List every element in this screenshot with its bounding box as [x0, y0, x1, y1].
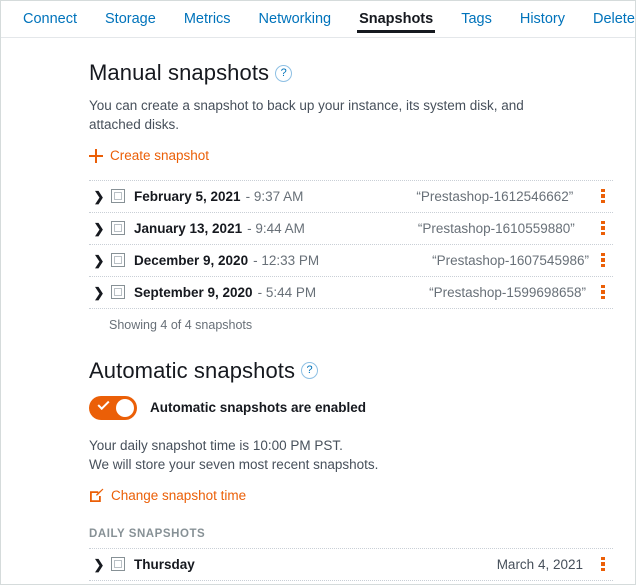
- row-checkbox[interactable]: [111, 221, 125, 235]
- snapshots-page: Connect Storage Metrics Networking Snaps…: [0, 0, 636, 585]
- row-menu-icon[interactable]: [595, 185, 611, 207]
- row-checkbox[interactable]: [111, 189, 125, 203]
- tab-label: History: [519, 11, 565, 27]
- chevron-right-icon[interactable]: ❯: [89, 558, 109, 571]
- table-row[interactable]: ❯ September 9, 2020 - 5:44 PM “Prestasho…: [89, 277, 613, 309]
- tab-label: Storage: [105, 11, 156, 27]
- tab-label: Metrics: [183, 11, 231, 27]
- tab-connect[interactable]: Connect: [9, 1, 91, 37]
- table-row[interactable]: ❯ Wednesday March 3, 2021: [89, 581, 613, 585]
- tab-history[interactable]: History: [506, 1, 579, 37]
- automatic-snapshots-heading: Automatic snapshots ?: [89, 358, 613, 384]
- snapshot-name: September 9, 2020: [134, 284, 253, 300]
- create-snapshot-label: Create snapshot: [110, 148, 210, 163]
- automatic-snapshots-title: Automatic snapshots: [89, 357, 296, 383]
- tab-bar: Connect Storage Metrics Networking Snaps…: [1, 1, 635, 38]
- change-snapshot-time-label: Change snapshot time: [111, 487, 247, 503]
- tab-snapshots[interactable]: Snapshots: [345, 1, 447, 37]
- change-snapshot-time-button[interactable]: Change snapshot time: [89, 488, 246, 503]
- daily-snapshot-day: Thursday: [134, 556, 195, 572]
- manual-snapshots-title: Manual snapshots: [89, 60, 270, 85]
- row-checkbox[interactable]: [111, 285, 125, 299]
- automatic-snapshots-toggle[interactable]: [89, 395, 137, 420]
- snapshot-time: - 9:44 AM: [247, 220, 305, 236]
- row-menu-icon[interactable]: [595, 249, 611, 271]
- tab-delete[interactable]: Delete: [579, 1, 635, 37]
- tab-label: Tags: [461, 11, 492, 27]
- tab-label: Delete: [592, 11, 635, 27]
- snapshot-name: February 5, 2021: [134, 188, 241, 204]
- row-menu-icon[interactable]: [595, 553, 611, 575]
- tab-storage[interactable]: Storage: [91, 1, 170, 37]
- snapshot-id: “Prestashop-1607545986”: [432, 252, 589, 268]
- manual-snapshot-list: ❯ February 5, 2021 - 9:37 AM “Prestashop…: [89, 179, 613, 309]
- help-icon[interactable]: ?: [275, 64, 293, 82]
- manual-snapshots-description: You can create a snapshot to back up you…: [89, 98, 524, 132]
- toggle-knob: [116, 398, 134, 417]
- automatic-snapshots-info: Your daily snapshot time is 10:00 PM PST…: [89, 436, 613, 474]
- showing-count: Showing 4 of 4 snapshots: [109, 317, 253, 332]
- tab-tags[interactable]: Tags: [447, 1, 506, 37]
- tab-label: Connect: [23, 11, 78, 27]
- chevron-right-icon[interactable]: ❯: [89, 222, 109, 235]
- create-snapshot-button[interactable]: Create snapshot: [89, 148, 209, 163]
- tab-label: Snapshots: [359, 11, 434, 27]
- table-row[interactable]: ❯ Thursday March 4, 2021: [89, 549, 613, 581]
- daily-snapshot-time-text: Your daily snapshot time is 10:00 PM PST…: [89, 437, 343, 453]
- snapshot-time: - 12:33 PM: [253, 252, 320, 268]
- snapshot-id: “Prestashop-1599698658”: [429, 284, 586, 300]
- chevron-right-icon[interactable]: ❯: [89, 254, 109, 267]
- table-row[interactable]: ❯ December 9, 2020 - 12:33 PM “Prestasho…: [89, 245, 613, 277]
- plus-icon: [89, 148, 103, 163]
- row-checkbox[interactable]: [111, 557, 125, 571]
- retention-text: We will store your seven most recent sna…: [89, 456, 379, 472]
- toggle-label: Automatic snapshots are enabled: [150, 400, 367, 415]
- check-icon: [97, 397, 110, 410]
- table-row[interactable]: ❯ January 13, 2021 - 9:44 AM “Prestashop…: [89, 213, 613, 245]
- tab-label: Networking: [258, 11, 332, 27]
- tab-metrics[interactable]: Metrics: [170, 1, 245, 37]
- chevron-right-icon[interactable]: ❯: [89, 190, 109, 203]
- table-row[interactable]: ❯ February 5, 2021 - 9:37 AM “Prestashop…: [89, 181, 613, 213]
- tab-networking[interactable]: Networking: [245, 1, 346, 37]
- automatic-snapshots-toggle-row: Automatic snapshots are enabled: [89, 395, 613, 420]
- help-icon[interactable]: ?: [301, 362, 319, 379]
- edit-icon: [89, 488, 104, 503]
- daily-snapshots-header: DAILY SNAPSHOTS: [89, 527, 206, 540]
- daily-snapshot-list: ❯ Thursday March 4, 2021 ❯ Wednesday Mar…: [89, 547, 613, 585]
- snapshot-id: “Prestashop-1610559880”: [417, 220, 575, 236]
- row-menu-icon[interactable]: [595, 281, 611, 303]
- snapshot-name: January 13, 2021: [134, 220, 243, 236]
- snapshot-time: - 9:37 AM: [245, 188, 304, 204]
- manual-snapshots-heading: Manual snapshots ?: [89, 38, 613, 86]
- snapshot-id: “Prestashop-1612546662”: [416, 188, 574, 204]
- snapshot-time: - 5:44 PM: [257, 284, 317, 300]
- chevron-right-icon[interactable]: ❯: [89, 286, 109, 299]
- row-checkbox[interactable]: [111, 253, 125, 267]
- row-menu-icon[interactable]: [595, 217, 611, 239]
- content-area: Manual snapshots ? You can create a snap…: [1, 38, 635, 585]
- snapshot-name: December 9, 2020: [134, 252, 249, 268]
- daily-snapshot-date: March 4, 2021: [496, 556, 583, 572]
- edit-icon-svg: [90, 488, 104, 502]
